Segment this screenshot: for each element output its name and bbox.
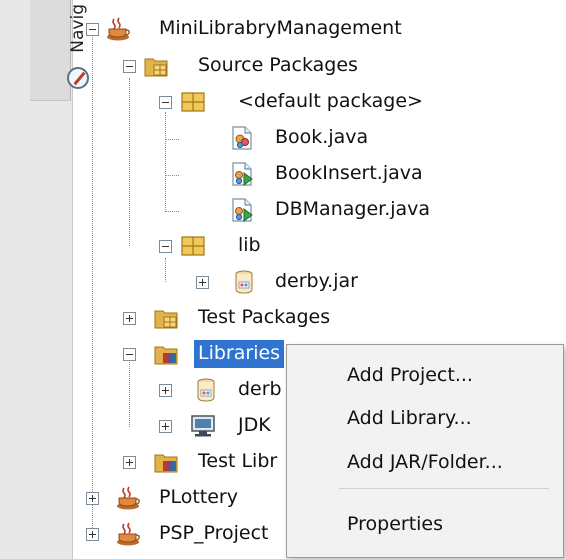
coffee-cup-icon xyxy=(115,521,141,547)
collapse-toggle[interactable] xyxy=(123,60,136,73)
tree-guide xyxy=(165,175,179,176)
file-label: Book.java xyxy=(275,126,369,148)
library-folder-icon xyxy=(153,341,179,367)
add-project-menu-item[interactable]: Add Project... xyxy=(347,358,473,392)
add-jar-folder-menu-item[interactable]: Add JAR/Folder... xyxy=(347,445,503,479)
tree-guide xyxy=(165,258,166,282)
expand-toggle[interactable] xyxy=(159,384,172,397)
context-menu: Add Project... Add Library... Add JAR/Fo… xyxy=(286,344,564,558)
library-folder-icon xyxy=(153,449,179,475)
collapse-toggle[interactable] xyxy=(123,348,136,361)
tree-guide xyxy=(165,139,179,140)
default-package-label: <default package> xyxy=(238,90,423,112)
jdk-monitor-icon xyxy=(190,413,216,439)
tree-guide xyxy=(129,78,130,246)
properties-menu-item[interactable]: Properties xyxy=(347,507,443,541)
tree-guide xyxy=(92,34,93,536)
folder-package-icon xyxy=(143,53,169,79)
tree-guide xyxy=(129,355,130,427)
menu-separator xyxy=(339,488,549,489)
project-label: PSP_Project xyxy=(159,522,269,544)
coffee-cup-icon xyxy=(105,16,131,42)
navigator-tab[interactable]: Navig xyxy=(30,0,89,101)
collapse-toggle[interactable] xyxy=(86,23,99,36)
source-packages-label: Source Packages xyxy=(198,54,358,76)
add-library-menu-item[interactable]: Add Library... xyxy=(347,401,472,435)
folder-package-icon xyxy=(153,305,179,331)
expand-toggle[interactable] xyxy=(123,456,136,469)
libraries-label: Libraries xyxy=(194,340,285,368)
jdk-label: JDK xyxy=(238,414,271,436)
collapse-toggle[interactable] xyxy=(159,96,172,109)
project-label: PLottery xyxy=(159,486,238,508)
derby-jar-label: derby.jar xyxy=(275,270,358,292)
java-main-class-icon xyxy=(229,161,255,187)
file-label: DBManager.java xyxy=(275,198,431,220)
lib-label: lib xyxy=(238,234,261,256)
tree-guide xyxy=(165,211,179,212)
tree-guide xyxy=(165,112,166,212)
expand-toggle[interactable] xyxy=(159,420,172,433)
test-packages-label: Test Packages xyxy=(198,306,331,328)
expand-toggle[interactable] xyxy=(123,312,136,325)
library-jar-label: derb xyxy=(238,378,282,400)
coffee-cup-icon xyxy=(115,485,141,511)
collapse-toggle[interactable] xyxy=(159,240,172,253)
expand-toggle[interactable] xyxy=(86,492,99,505)
package-icon xyxy=(180,89,206,115)
file-label: BookInsert.java xyxy=(275,162,423,184)
jar-icon xyxy=(231,269,257,295)
package-icon xyxy=(180,233,206,259)
java-class-icon xyxy=(229,125,255,151)
navigator-side-panel: Navig xyxy=(0,0,89,559)
expand-toggle[interactable] xyxy=(196,276,209,289)
expand-toggle[interactable] xyxy=(86,528,99,541)
test-libraries-label: Test Libr xyxy=(198,450,278,472)
project-label: MiniLibrabryManagement xyxy=(159,17,402,39)
jar-icon xyxy=(193,377,219,403)
java-main-class-icon xyxy=(229,197,255,223)
